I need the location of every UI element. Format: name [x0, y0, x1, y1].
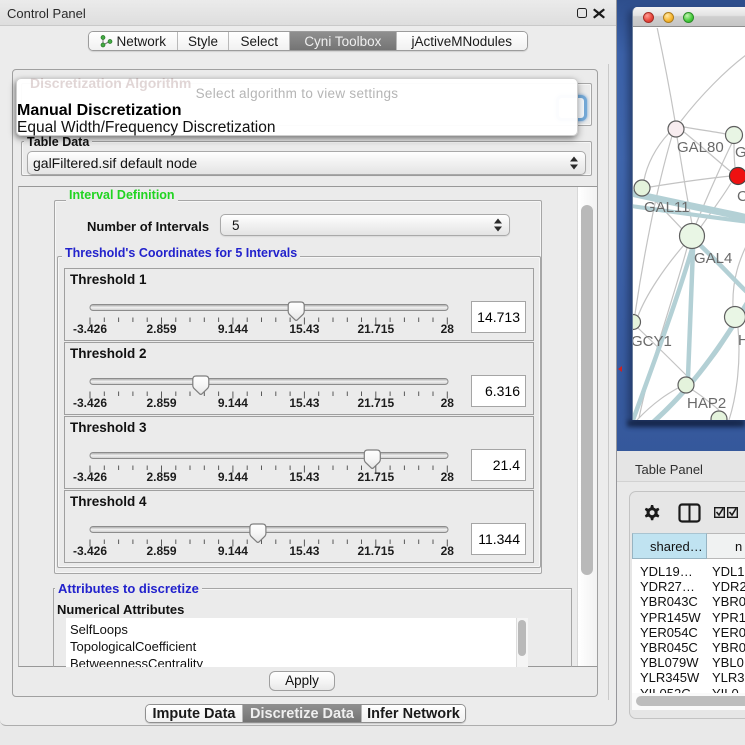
- svg-text:9.144: 9.144: [218, 322, 248, 336]
- svg-text:GAL11: GAL11: [644, 199, 690, 216]
- svg-text:C: C: [737, 188, 745, 205]
- svg-text:21.715: 21.715: [357, 470, 394, 484]
- svg-text:21.715: 21.715: [357, 396, 394, 410]
- svg-text:GAL80: GAL80: [677, 139, 724, 156]
- svg-text:28: 28: [441, 470, 455, 484]
- svg-text:9.144: 9.144: [218, 544, 248, 558]
- svg-text:28: 28: [441, 544, 455, 558]
- svg-text:21.715: 21.715: [357, 322, 394, 336]
- svg-text:-3.426: -3.426: [73, 544, 107, 558]
- svg-text:21.715: 21.715: [357, 544, 394, 558]
- svg-text:9.144: 9.144: [218, 396, 248, 410]
- svg-text:2.859: 2.859: [146, 544, 176, 558]
- svg-text:GA: GA: [735, 144, 745, 161]
- svg-text:15.43: 15.43: [289, 470, 319, 484]
- svg-text:GAL4: GAL4: [694, 250, 732, 267]
- svg-text:GCY1: GCY1: [633, 333, 672, 350]
- svg-text:9.144: 9.144: [218, 470, 248, 484]
- svg-text:28: 28: [441, 322, 455, 336]
- svg-text:2.859: 2.859: [146, 322, 176, 336]
- svg-text:15.43: 15.43: [289, 544, 319, 558]
- svg-text:HAP2: HAP2: [687, 395, 726, 412]
- svg-text:H: H: [738, 332, 745, 349]
- svg-text:15.43: 15.43: [289, 322, 319, 336]
- svg-text:-3.426: -3.426: [73, 322, 107, 336]
- svg-text:2.859: 2.859: [146, 470, 176, 484]
- svg-text:-3.426: -3.426: [73, 396, 107, 410]
- svg-text:-3.426: -3.426: [73, 470, 107, 484]
- svg-text:15.43: 15.43: [289, 396, 319, 410]
- svg-text:2.859: 2.859: [146, 396, 176, 410]
- svg-text:28: 28: [441, 396, 455, 410]
